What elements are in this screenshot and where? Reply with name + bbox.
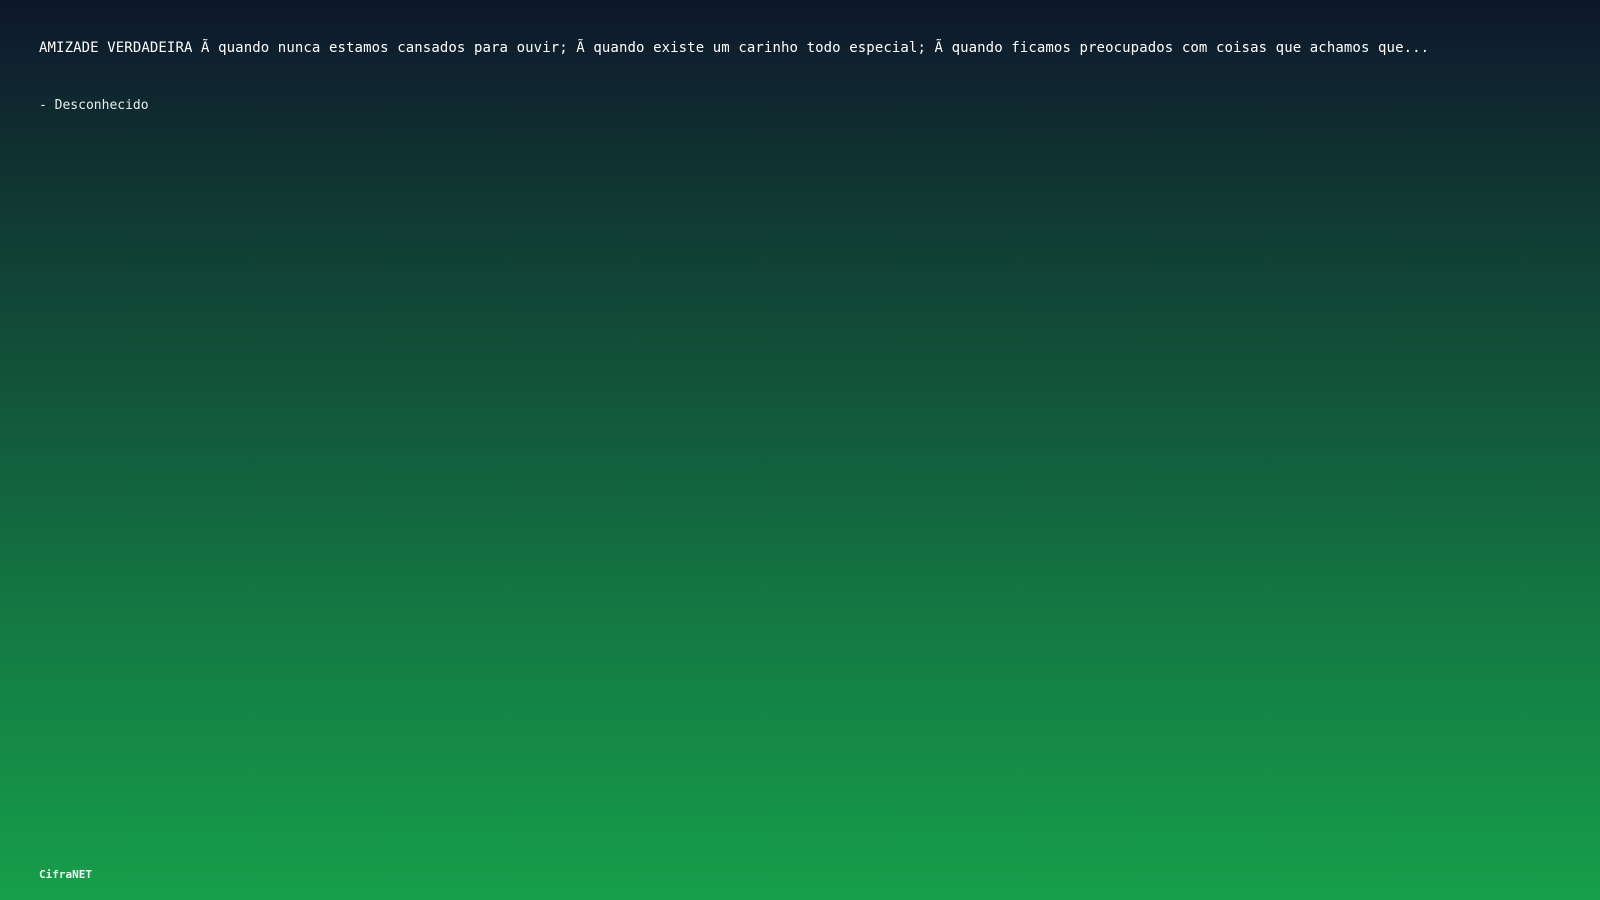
quote-screen: { "quote": { "text": "AMIZADE VERDADEIRA…: [0, 0, 1600, 900]
quote-text: AMIZADE VERDADEIRA Ã quando nunca estamo…: [39, 40, 1430, 56]
brand-label: CifraNET: [39, 868, 92, 881]
quote-author: - Desconhecido: [39, 98, 149, 113]
quote-card: AMIZADE VERDADEIRA Ã quando nunca estamo…: [39, 38, 1569, 115]
